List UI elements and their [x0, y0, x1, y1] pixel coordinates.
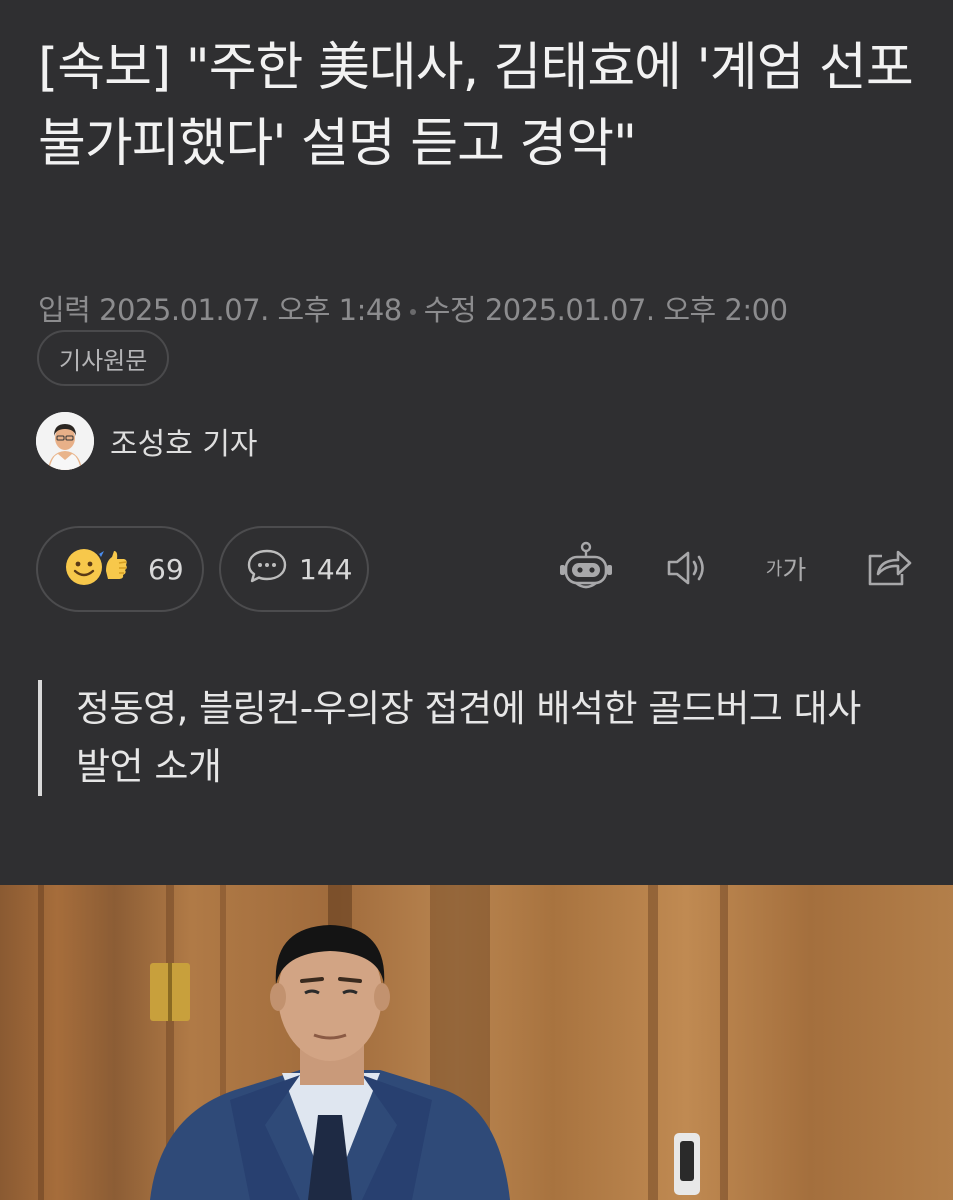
- emoji-like-icon: [62, 543, 138, 596]
- comment-icon: [245, 546, 289, 593]
- font-size-small-label: 가: [765, 559, 783, 580]
- font-size-icon[interactable]: 가가: [756, 538, 816, 598]
- robot-summary-icon[interactable]: [556, 538, 616, 598]
- headline: [속보] "주한 美대사, 김태효에 '계엄 선포 불가피했다' 설명 듣고 경…: [38, 38, 914, 174]
- share-icon[interactable]: [858, 538, 918, 598]
- author-avatar: [36, 412, 94, 470]
- speaker-icon[interactable]: [656, 538, 716, 598]
- article-subheading: 정동영, 블링컨-우의장 접견에 배석한 골드버그 대사 발언 소개: [38, 680, 898, 796]
- modified-date: 수정 2025.01.07. 오후 2:00: [423, 293, 788, 327]
- comment-count: 144: [299, 552, 353, 586]
- published-date: 입력 2025.01.07. 오후 1:48: [38, 293, 402, 327]
- original-article-button[interactable]: 기사원문: [37, 330, 170, 386]
- reaction-button[interactable]: 69: [36, 526, 204, 612]
- author[interactable]: 조성호 기자: [36, 412, 258, 470]
- comment-button[interactable]: 144: [219, 526, 369, 612]
- reaction-count: 69: [148, 552, 184, 586]
- separator-dot: [409, 309, 416, 315]
- article-photo: [0, 885, 953, 1200]
- article-dates: 입력 2025.01.07. 오후 1:48 수정 2025.01.07. 오후 …: [38, 287, 788, 329]
- font-size-large-label: 가: [782, 555, 807, 586]
- author-name: 조성호 기자: [110, 427, 258, 462]
